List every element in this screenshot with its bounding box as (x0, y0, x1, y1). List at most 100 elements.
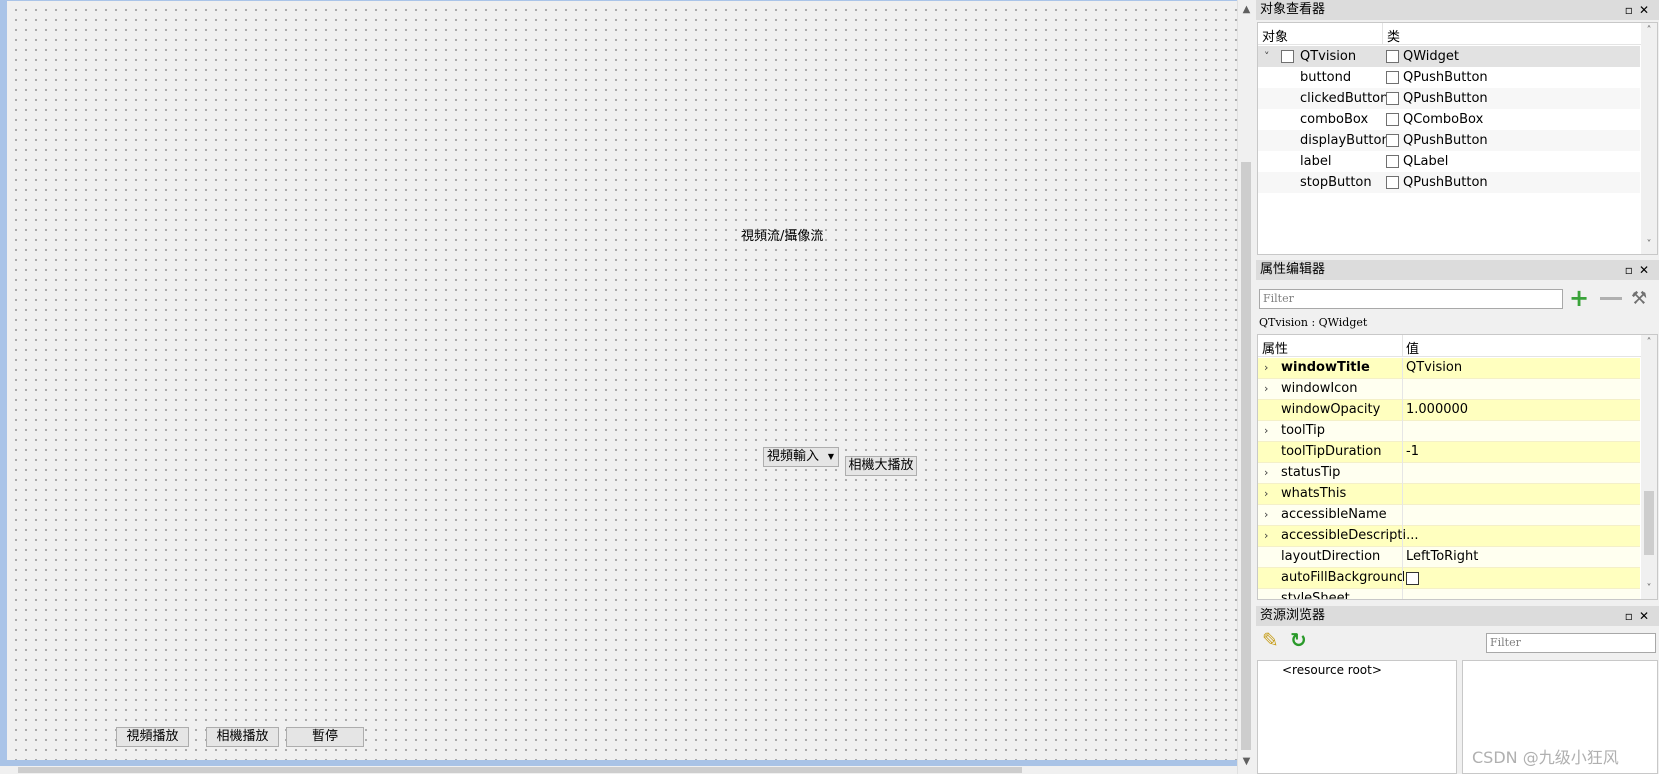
refresh-icon[interactable]: ↻ (1290, 628, 1307, 652)
chevron-right-icon[interactable]: › (1264, 421, 1268, 441)
property-row[interactable]: windowOpacity 1.000000 (1258, 400, 1640, 421)
wrench-icon[interactable]: ⚒ (1631, 288, 1647, 309)
chevron-down-icon: ▼ (827, 452, 834, 461)
property-row[interactable]: › windowTitle QTvision (1258, 358, 1640, 379)
object-inspector-titlebar: 对象查看器 ▫✕ (1256, 0, 1659, 20)
pushbutton-icon (1386, 134, 1399, 147)
form-canvas[interactable]: 視頻流/攝像流 視頻輸入 ▼ 相機大播放 視頻播放 相機播放 暫停 (0, 0, 1237, 764)
property-row[interactable]: › accessibleName (1258, 505, 1640, 526)
chevron-down-icon[interactable]: ˅ (1264, 46, 1270, 67)
scroll-down-icon[interactable]: ▼ (1238, 754, 1255, 770)
video-input-combobox[interactable]: 視頻輸入 ▼ (763, 447, 839, 467)
chevron-right-icon[interactable]: › (1264, 526, 1268, 546)
scroll-down-icon[interactable]: ˅ (1641, 583, 1657, 594)
object-tree-scrollbar[interactable]: ˄ ˅ (1641, 23, 1657, 254)
property-name: windowIcon (1281, 381, 1358, 396)
property-row[interactable]: toolTipDuration -1 (1258, 442, 1640, 463)
object-name: comboBox (1300, 112, 1369, 127)
chevron-right-icon[interactable]: › (1264, 358, 1268, 378)
property-filter-input[interactable]: Filter (1259, 289, 1563, 309)
property-table-scrollbar[interactable]: ˄ ˅ (1641, 335, 1657, 599)
object-row[interactable]: comboBox QComboBox (1258, 109, 1640, 130)
combobox-value: 視頻輸入 (767, 449, 820, 464)
scroll-up-icon[interactable]: ˄ (1641, 25, 1657, 36)
float-icon[interactable]: ▫ (1625, 3, 1639, 17)
vertical-scrollbar[interactable]: ▲ ▼ (1237, 0, 1254, 774)
object-name: label (1300, 154, 1332, 169)
add-icon[interactable]: + (1569, 286, 1589, 310)
chevron-right-icon[interactable]: › (1264, 484, 1268, 504)
horizontal-scrollbar-thumb[interactable] (18, 767, 1022, 773)
scroll-down-icon[interactable]: ˅ (1641, 239, 1657, 250)
object-tree[interactable]: 对象 类 ˅ QTvision QWidget buttond QPushButton c… (1257, 22, 1658, 255)
property-row[interactable]: › whatsThis (1258, 484, 1640, 505)
property-row[interactable]: autoFillBackground (1258, 568, 1640, 589)
chevron-right-icon[interactable]: › (1264, 379, 1268, 399)
property-row[interactable]: layoutDirection LeftToRight (1258, 547, 1640, 568)
edit-icon[interactable]: ✎ (1262, 628, 1279, 652)
camera-zoom-button[interactable]: 相機大播放 (845, 456, 917, 476)
object-row[interactable]: stopButton QPushButton (1258, 172, 1640, 193)
resource-browser-title: 资源浏览器 (1260, 608, 1326, 623)
property-value[interactable]: 1.000000 (1406, 400, 1468, 420)
video-stream-label[interactable]: 視頻流/攝像流 (741, 225, 823, 244)
object-inspector-title: 对象查看器 (1260, 2, 1326, 17)
pause-button[interactable]: 暫停 (286, 727, 364, 747)
object-class: QWidget (1403, 49, 1460, 64)
object-class: QPushButton (1403, 70, 1488, 85)
resource-root-item[interactable]: <resource root> (1282, 663, 1382, 677)
property-row[interactable]: › toolTip (1258, 421, 1640, 442)
object-name: clickedButton (1300, 91, 1389, 106)
property-name: toolTip (1281, 423, 1326, 438)
property-row[interactable]: styleSheet (1258, 589, 1640, 600)
property-row[interactable]: › statusTip (1258, 463, 1640, 484)
property-context: QTvision : QWidget (1259, 316, 1368, 329)
header-property: 属性 (1262, 342, 1289, 357)
property-name: layoutDirection (1281, 549, 1381, 564)
property-row[interactable]: › windowIcon (1258, 379, 1640, 400)
property-name: windowTitle (1281, 360, 1370, 375)
object-row[interactable]: buttond QPushButton (1258, 67, 1640, 88)
remove-icon[interactable] (1600, 297, 1622, 300)
autofill-checkbox[interactable] (1406, 572, 1419, 585)
horizontal-scrollbar[interactable] (0, 766, 1237, 774)
object-row[interactable]: clickedButton QPushButton (1258, 88, 1640, 109)
widget-icon (1281, 50, 1294, 63)
pushbutton-icon (1386, 176, 1399, 189)
video-play-button[interactable]: 視頻播放 (116, 727, 189, 747)
property-scroll-thumb[interactable] (1644, 491, 1654, 555)
property-name: windowOpacity (1281, 402, 1381, 417)
property-value[interactable]: QTvision (1406, 358, 1462, 378)
vertical-scrollbar-thumb[interactable] (1241, 162, 1251, 750)
camera-play-button[interactable]: 相機播放 (206, 727, 279, 747)
property-name: whatsThis (1281, 486, 1347, 501)
scroll-up-icon[interactable]: ▲ (1238, 2, 1255, 18)
object-name: buttond (1300, 70, 1352, 85)
resource-tree[interactable]: <resource root> (1257, 660, 1457, 774)
header-value: 值 (1406, 342, 1420, 357)
watermark: CSDN @九级小狂风 (1472, 748, 1619, 767)
property-name: accessibleName (1281, 507, 1387, 522)
property-value[interactable]: -1 (1406, 442, 1419, 462)
pushbutton-icon (1386, 92, 1399, 105)
property-name: styleSheet (1281, 591, 1350, 600)
object-class: QPushButton (1403, 133, 1488, 148)
header-class: 类 (1387, 30, 1401, 45)
resource-browser-titlebar: 资源浏览器 ▫✕ (1256, 606, 1659, 626)
object-row[interactable]: displayButton QPushButton (1258, 130, 1640, 151)
chevron-right-icon[interactable]: › (1264, 463, 1268, 483)
object-row[interactable]: label QLabel (1258, 151, 1640, 172)
close-icon[interactable]: ✕ (1639, 263, 1655, 277)
property-value[interactable]: LeftToRight (1406, 547, 1478, 567)
resource-filter-input[interactable]: Filter (1486, 633, 1656, 653)
close-icon[interactable]: ✕ (1639, 3, 1655, 17)
property-table[interactable]: 属性 值 › windowTitle QTvision › windowIcon wind… (1257, 334, 1658, 600)
float-icon[interactable]: ▫ (1625, 263, 1639, 277)
scroll-up-icon[interactable]: ˄ (1641, 337, 1657, 348)
property-row[interactable]: › accessibleDescripti... (1258, 526, 1640, 547)
chevron-right-icon[interactable]: › (1264, 505, 1268, 525)
close-icon[interactable]: ✕ (1639, 609, 1655, 623)
object-name: stopButton (1300, 175, 1372, 190)
float-icon[interactable]: ▫ (1625, 609, 1639, 623)
object-row[interactable]: ˅ QTvision QWidget (1258, 46, 1640, 67)
